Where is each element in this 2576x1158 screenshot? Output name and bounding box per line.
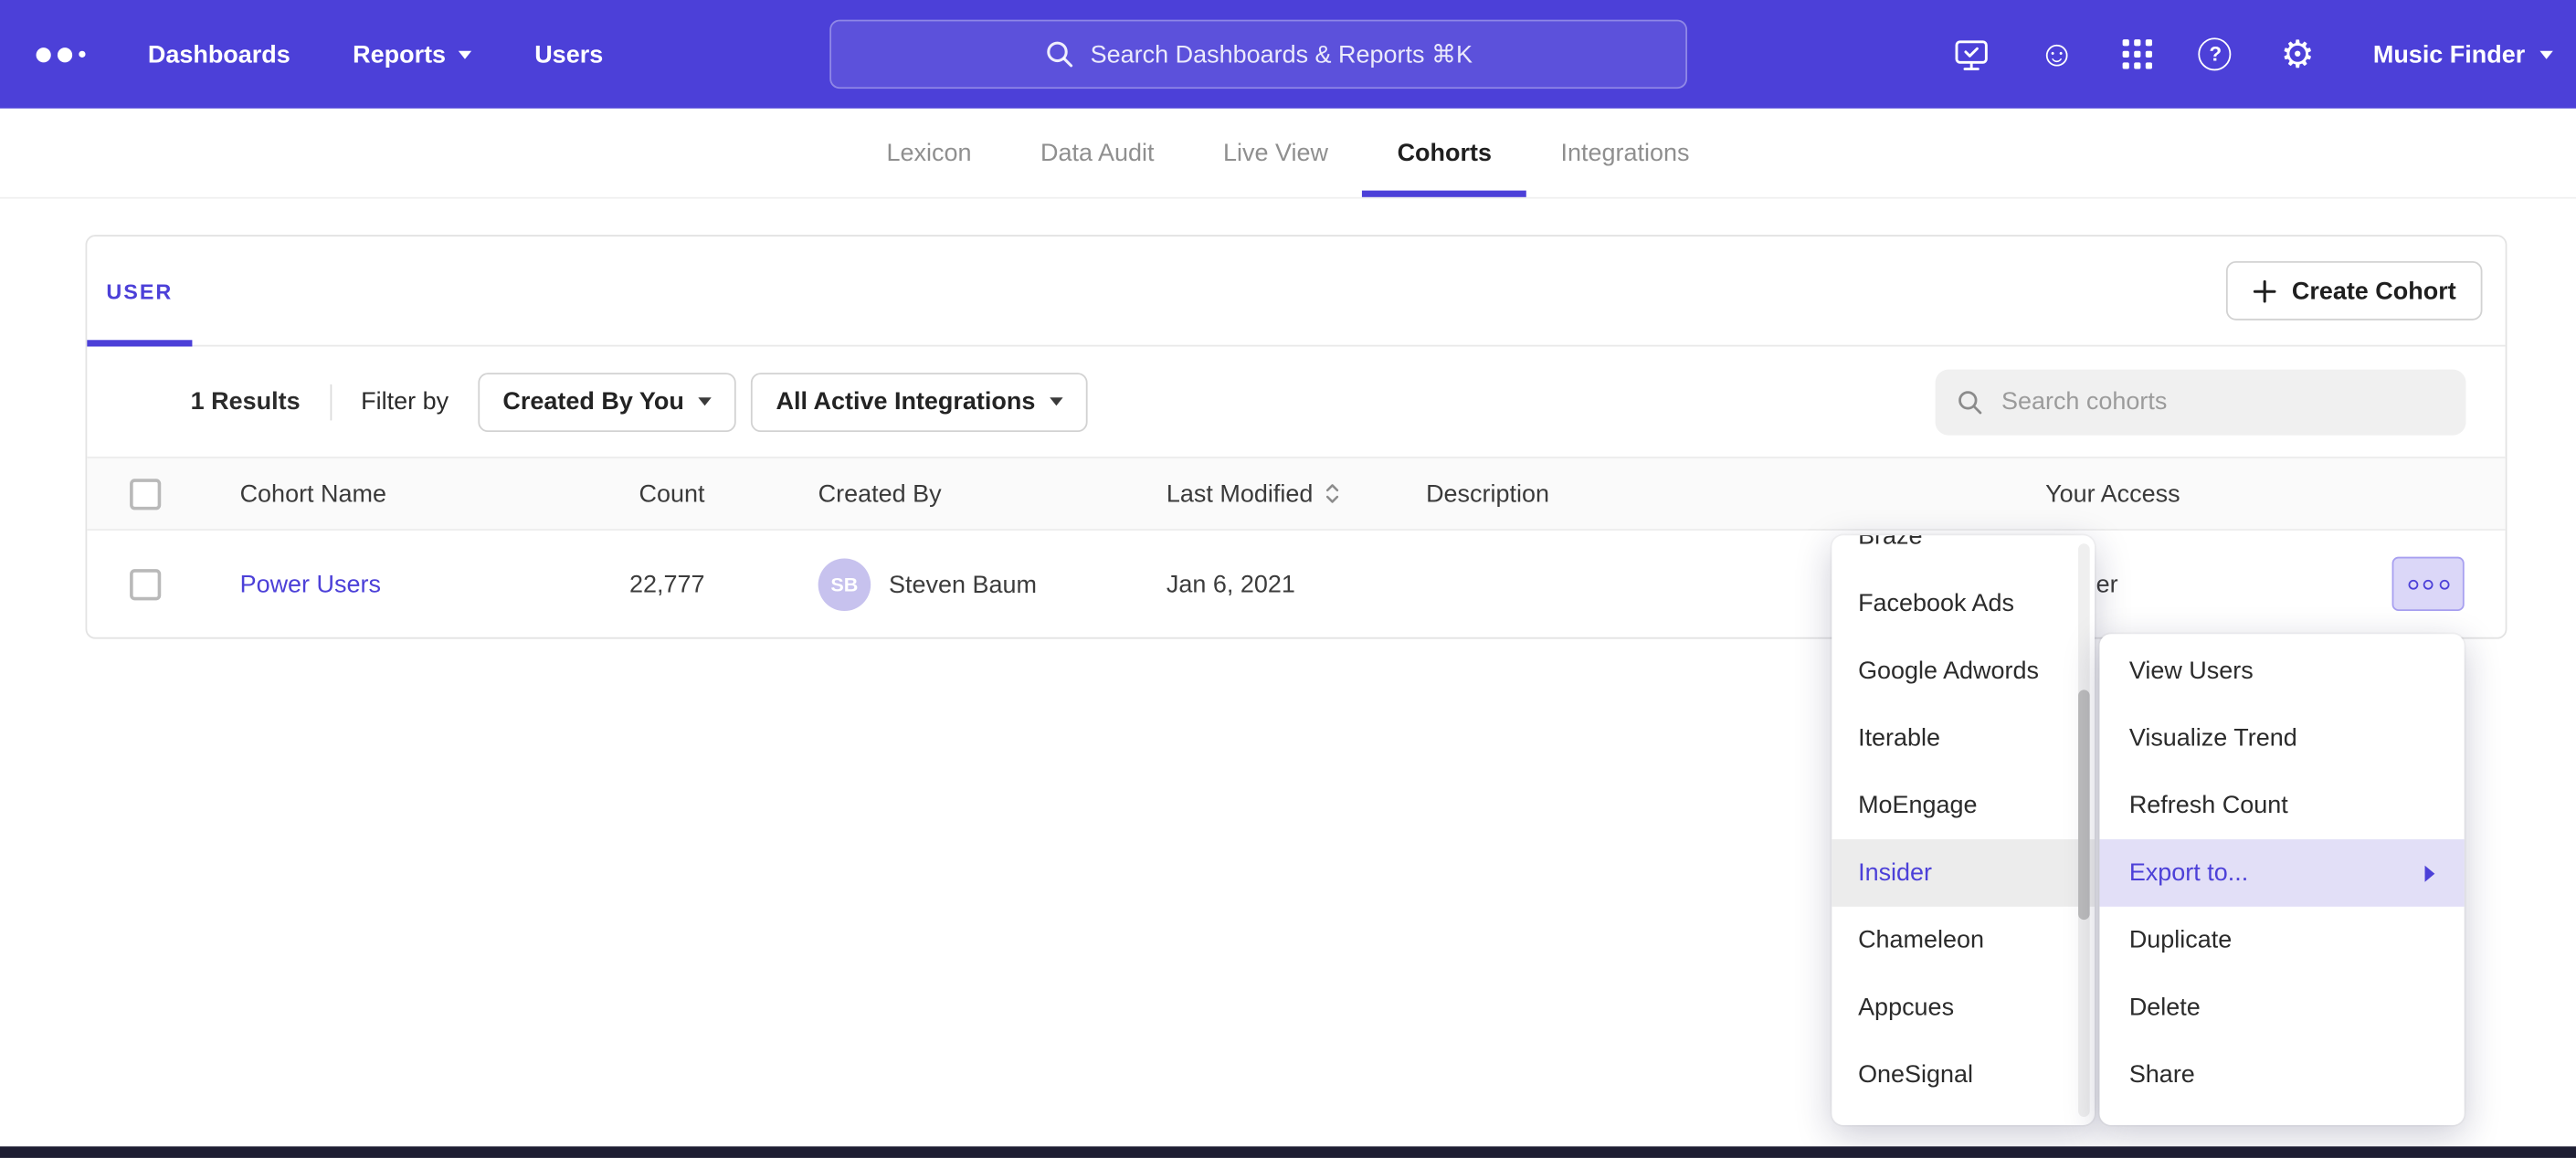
last-modified-cell: Jan 6, 2021: [1167, 571, 1295, 599]
created-by-name: Steven Baum: [889, 571, 1037, 599]
menu-item-share[interactable]: Share: [2099, 1041, 2464, 1109]
table-row: Power Users 22,777 SB Steven Baum Jan 6,…: [87, 531, 2505, 639]
dot: [2408, 579, 2418, 589]
plus-icon: [2253, 279, 2277, 303]
filter-by-label: Filter by: [361, 387, 449, 416]
settings-gear-icon[interactable]: ⚙: [2278, 36, 2317, 73]
integrations-filter-button[interactable]: All Active Integrations: [752, 372, 1088, 431]
top-nav: Dashboards Reports Users Search Dashboar…: [0, 0, 2576, 109]
menu-item-duplicate[interactable]: Duplicate: [2099, 907, 2464, 974]
app-viewport: Dashboards Reports Users Search Dashboar…: [0, 0, 2576, 1158]
column-last-modified[interactable]: Last Modified: [1167, 479, 1341, 508]
logo-dot: [58, 47, 72, 61]
cohort-name-link[interactable]: Power Users: [240, 571, 381, 599]
menu-item-facebook-ads[interactable]: Facebook Ads: [1832, 570, 2095, 637]
tab-live-view[interactable]: Live View: [1188, 109, 1363, 197]
menu-item-onesignal[interactable]: OneSignal: [1832, 1041, 2095, 1109]
menu-item-visualize-trend[interactable]: Visualize Trend: [2099, 705, 2464, 773]
cohort-count: 22,777: [547, 571, 705, 599]
row-actions-button[interactable]: [2392, 557, 2465, 611]
global-search[interactable]: Search Dashboards & Reports ⌘K: [829, 20, 1687, 89]
export-integrations-menu: Braze Facebook Ads Google Adwords Iterab…: [1832, 535, 2095, 1125]
top-nav-left: Dashboards Reports Users: [37, 0, 604, 109]
tab-cohorts[interactable]: Cohorts: [1363, 109, 1526, 197]
menu-item-moengage[interactable]: MoEngage: [1832, 772, 2095, 839]
menu-item-google-adwords[interactable]: Google Adwords: [1832, 637, 2095, 705]
smiley-icon[interactable]: ☺: [2037, 37, 2076, 73]
column-cohort-name: Cohort Name: [240, 479, 386, 508]
nav-users[interactable]: Users: [534, 40, 603, 68]
workspace-switcher[interactable]: Music Finder: [2373, 40, 2553, 68]
menu-item-appcues[interactable]: Appcues: [1832, 974, 2095, 1041]
cohort-search-input[interactable]: [1998, 386, 2444, 417]
monitor-check-icon[interactable]: [1952, 36, 1991, 73]
create-cohort-label: Create Cohort: [2292, 277, 2456, 305]
section-tabs: Lexicon Data Audit Live View Cohorts Int…: [0, 109, 2576, 199]
menu-item-insider[interactable]: Insider: [1832, 839, 2095, 907]
tab-lexicon[interactable]: Lexicon: [852, 109, 1007, 197]
help-icon[interactable]: ?: [2199, 37, 2232, 70]
menu-item-delete[interactable]: Delete: [2099, 974, 2464, 1041]
menu-item-refresh-count[interactable]: Refresh Count: [2099, 772, 2464, 839]
table-header: Cohort Name Count Created By Last Modifi…: [87, 457, 2505, 531]
chevron-down-icon: [699, 397, 712, 405]
apps-grid-icon[interactable]: [2123, 39, 2153, 69]
menu-item-iterable[interactable]: Iterable: [1832, 705, 2095, 773]
column-last-modified-label: Last Modified: [1167, 479, 1313, 508]
create-cohort-button[interactable]: Create Cohort: [2226, 261, 2483, 321]
export-integrations-list: Braze Facebook Ads Google Adwords Iterab…: [1832, 535, 2095, 1109]
global-search-placeholder: Search Dashboards & Reports ⌘K: [1091, 39, 1473, 68]
avatar: SB: [818, 558, 871, 611]
column-description: Description: [1426, 479, 1549, 508]
nav-reports-label: Reports: [353, 40, 446, 68]
results-count: 1 Results: [191, 387, 301, 416]
chevron-down-icon: [2539, 50, 2552, 58]
search-icon: [1957, 387, 1983, 416]
divider: [330, 384, 332, 420]
bottom-strip: [0, 1146, 2576, 1158]
chevron-down-icon: [1050, 397, 1063, 405]
cohorts-card-header: USER Create Cohort: [87, 237, 2505, 346]
chevron-right-icon: [2425, 865, 2435, 881]
dot: [2423, 579, 2433, 589]
workspace-name: Music Finder: [2373, 40, 2525, 68]
filter-row: 1 Results Filter by Created By You All A…: [87, 346, 2505, 456]
cohort-search[interactable]: [1936, 369, 2466, 435]
created-by-cell: SB Steven Baum: [818, 558, 1037, 611]
search-icon: [1044, 39, 1073, 68]
column-your-access: Your Access: [2045, 479, 2180, 508]
select-all-checkbox[interactable]: [130, 478, 161, 509]
row-checkbox[interactable]: [130, 569, 161, 600]
chevron-down-icon: [459, 50, 471, 58]
top-nav-right: ☺ ? ⚙ Music Finder: [1952, 0, 2553, 109]
tab-integrations[interactable]: Integrations: [1526, 109, 1725, 197]
nav-dashboards[interactable]: Dashboards: [148, 40, 290, 68]
cohorts-card: USER Create Cohort 1 Results Filter by C…: [86, 235, 2507, 638]
tab-data-audit[interactable]: Data Audit: [1006, 109, 1188, 197]
dot: [2439, 579, 2449, 589]
created-by-filter-button[interactable]: Created By You: [478, 372, 736, 431]
integrations-filter-label: All Active Integrations: [776, 387, 1036, 416]
created-by-filter-label: Created By You: [502, 387, 683, 416]
logo-dot: [37, 47, 51, 61]
menu-item-chameleon[interactable]: Chameleon: [1832, 907, 2095, 974]
tab-user-cohorts[interactable]: USER: [87, 237, 192, 345]
column-count: Count: [547, 479, 705, 508]
menu-item-view-users[interactable]: View Users: [2099, 637, 2464, 705]
app-logo[interactable]: [37, 47, 86, 61]
menu-item-export-to[interactable]: Export to...: [2099, 839, 2464, 907]
nav-reports[interactable]: Reports: [353, 40, 472, 68]
menu-item-braze[interactable]: Braze: [1832, 535, 2095, 570]
menu-item-export-to-label: Export to...: [2129, 859, 2248, 888]
scrollbar-thumb[interactable]: [2078, 690, 2090, 920]
sort-icon: [1325, 480, 1341, 507]
logo-dot: [79, 51, 85, 58]
column-created-by: Created By: [818, 479, 942, 508]
row-context-menu: View Users Visualize Trend Refresh Count…: [2099, 634, 2464, 1125]
